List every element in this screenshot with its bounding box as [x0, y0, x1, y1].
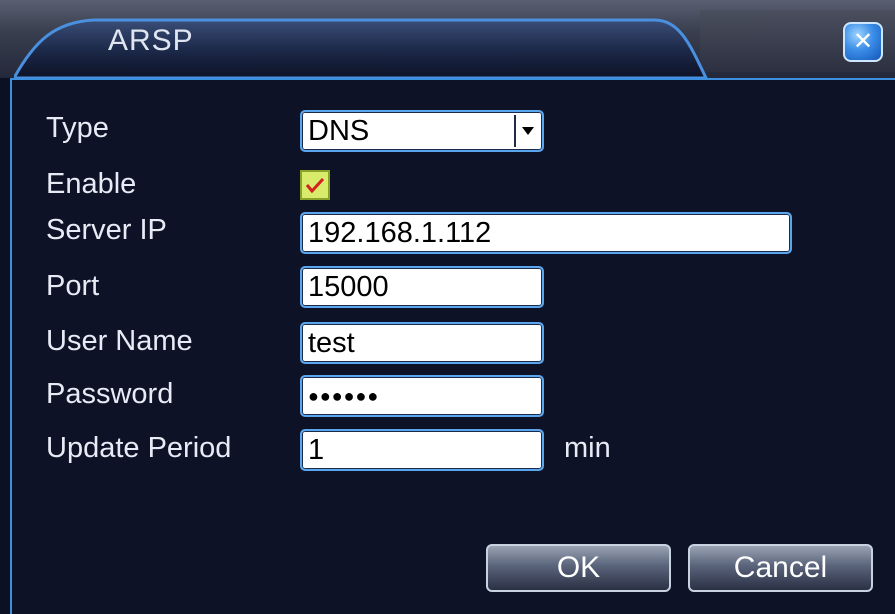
enable-checkbox[interactable]: [300, 170, 330, 200]
arsp-dialog: ARSP ✕ Type DNS Enable Server IP 192.168…: [0, 0, 895, 614]
close-icon[interactable]: ✕: [843, 22, 883, 62]
update-period-input[interactable]: 1: [300, 429, 544, 471]
enable-label: Enable: [46, 168, 137, 200]
update-period-label: Update Period: [46, 432, 232, 464]
cancel-button[interactable]: Cancel: [688, 544, 873, 592]
type-select-value: DNS: [308, 115, 370, 147]
server-ip-label: Server IP: [46, 214, 167, 246]
port-label: Port: [46, 270, 100, 302]
server-ip-input[interactable]: 192.168.1.112: [300, 212, 792, 254]
type-label: Type: [46, 112, 109, 144]
chevron-down-icon[interactable]: [514, 115, 540, 147]
password-label: Password: [46, 378, 174, 410]
username-input[interactable]: test: [300, 322, 544, 364]
update-period-unit: min: [564, 432, 611, 464]
dialog-title: ARSP: [108, 24, 194, 57]
checkmark-icon: [305, 177, 325, 194]
type-select[interactable]: DNS: [300, 110, 544, 152]
port-input[interactable]: 15000: [300, 266, 544, 308]
password-input[interactable]: ●●●●●●: [300, 375, 544, 417]
ok-button[interactable]: OK: [486, 544, 671, 592]
username-label: User Name: [46, 325, 193, 357]
title-bar: ARSP ✕: [0, 0, 895, 78]
